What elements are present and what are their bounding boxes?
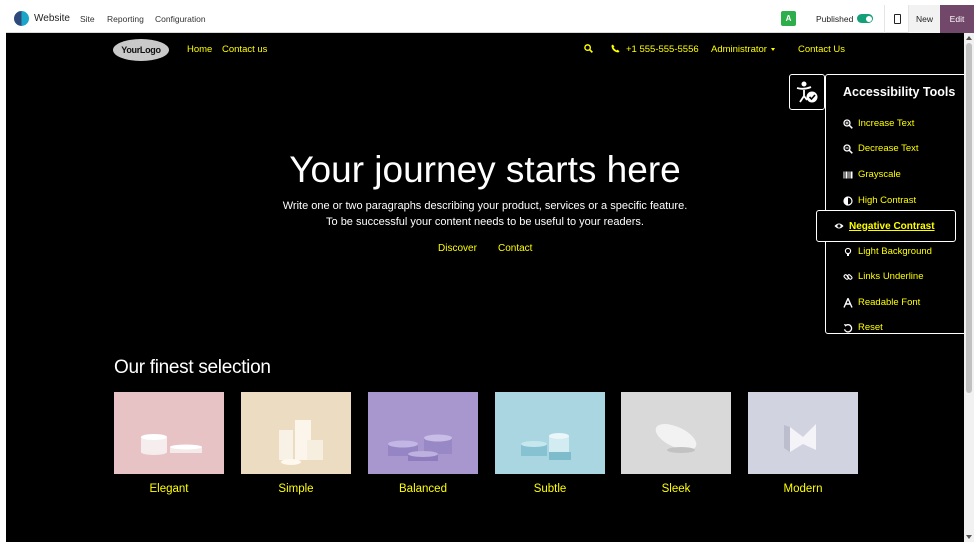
- nav-phone-link[interactable]: +1 555-555-5556: [626, 44, 699, 55]
- accessibility-toggle-button[interactable]: [789, 74, 825, 110]
- contrast-icon: [843, 195, 853, 206]
- published-toggle[interactable]: [857, 14, 873, 23]
- eye-icon: [834, 223, 844, 229]
- accessibility-panel-title: Accessibility Tools: [843, 85, 956, 99]
- a11y-readable-font[interactable]: Readable Font: [843, 297, 920, 308]
- barcode-icon: [843, 171, 853, 178]
- card-image-subtle[interactable]: [495, 392, 605, 474]
- a11y-label: Links Underline: [858, 271, 924, 282]
- reset-icon: [843, 323, 853, 333]
- app-title: Website: [34, 13, 70, 24]
- a11y-decrease-text[interactable]: Decrease Text: [843, 143, 919, 154]
- card-image-balanced[interactable]: [368, 392, 478, 474]
- mobile-preview-icon[interactable]: [884, 5, 908, 33]
- a11y-label: Reset: [858, 322, 883, 333]
- published-label: Published: [816, 14, 854, 24]
- card-image-elegant[interactable]: [114, 392, 224, 474]
- card-label-elegant[interactable]: Elegant: [114, 483, 224, 495]
- accessibility-icon: [796, 81, 818, 103]
- card-label-subtle[interactable]: Subtle: [495, 483, 605, 495]
- a11y-negative-contrast[interactable]: Negative Contrast: [816, 210, 956, 242]
- a11y-label: Light Background: [858, 246, 932, 257]
- hero-title: Your journey starts here: [289, 149, 681, 190]
- scroll-up-icon[interactable]: [966, 36, 972, 40]
- font-icon: [843, 297, 853, 308]
- a11y-increase-text[interactable]: Increase Text: [843, 118, 914, 129]
- odoo-website-logo-icon: [14, 11, 29, 26]
- a11y-label: Readable Font: [858, 297, 921, 308]
- card-image-modern[interactable]: [748, 392, 858, 474]
- scrollbar-thumb[interactable]: [966, 43, 972, 393]
- card-label-simple[interactable]: Simple: [241, 483, 351, 495]
- browser-viewport: Website Site Reporting Configuration A P…: [0, 0, 980, 548]
- user-avatar[interactable]: A: [781, 11, 796, 26]
- card-label-modern[interactable]: Modern: [748, 483, 858, 495]
- a11y-label: Decrease Text: [858, 143, 919, 154]
- admin-dropdown[interactable]: Administrator: [711, 44, 775, 55]
- selection-title: Our finest selection: [114, 357, 271, 378]
- website-page: YourLogo Home Contact us +1 555-555-5556…: [6, 33, 964, 542]
- phone-icon: [611, 44, 620, 53]
- menu-reporting[interactable]: Reporting: [107, 14, 144, 24]
- accessibility-panel: Accessibility Tools Increase Text Decrea…: [816, 74, 964, 334]
- a11y-label: Negative Contrast: [849, 220, 935, 232]
- a11y-high-contrast[interactable]: High Contrast: [843, 195, 916, 206]
- card-label-sleek[interactable]: Sleek: [621, 483, 731, 495]
- a11y-grayscale[interactable]: Grayscale: [843, 169, 901, 180]
- lightbulb-icon: [844, 247, 852, 256]
- search-icon[interactable]: [584, 44, 593, 53]
- new-button[interactable]: New: [908, 5, 940, 33]
- menu-configuration[interactable]: Configuration: [155, 14, 206, 24]
- nav-contact-link[interactable]: Contact us: [222, 44, 267, 55]
- zoom-in-icon: [843, 118, 853, 129]
- admin-label: Administrator: [711, 44, 767, 55]
- a11y-reset[interactable]: Reset: [843, 322, 883, 333]
- discover-button[interactable]: Discover: [438, 243, 477, 254]
- page-scrollbar[interactable]: [964, 33, 974, 542]
- a11y-label: High Contrast: [858, 195, 917, 206]
- contact-us-button[interactable]: Contact Us: [798, 44, 845, 55]
- zoom-out-icon: [843, 143, 853, 154]
- card-label-balanced[interactable]: Balanced: [368, 483, 478, 495]
- a11y-links-underline[interactable]: Links Underline: [843, 271, 923, 282]
- caret-down-icon: [770, 47, 775, 51]
- contact-button[interactable]: Contact: [498, 243, 532, 254]
- link-icon: [843, 273, 853, 280]
- card-image-sleek[interactable]: [621, 392, 731, 474]
- scroll-down-icon[interactable]: [966, 535, 972, 539]
- a11y-label: Grayscale: [858, 169, 901, 180]
- menu-site[interactable]: Site: [80, 14, 95, 24]
- odoo-top-bar: Website Site Reporting Configuration A P…: [6, 5, 974, 33]
- site-logo[interactable]: YourLogo: [113, 39, 169, 61]
- app-brand[interactable]: Website: [14, 11, 70, 26]
- a11y-label: Increase Text: [858, 118, 915, 129]
- card-image-simple[interactable]: [241, 392, 351, 474]
- nav-home-link[interactable]: Home: [187, 44, 212, 55]
- edit-button[interactable]: Edit: [940, 5, 974, 33]
- a11y-light-background[interactable]: Light Background: [843, 246, 932, 257]
